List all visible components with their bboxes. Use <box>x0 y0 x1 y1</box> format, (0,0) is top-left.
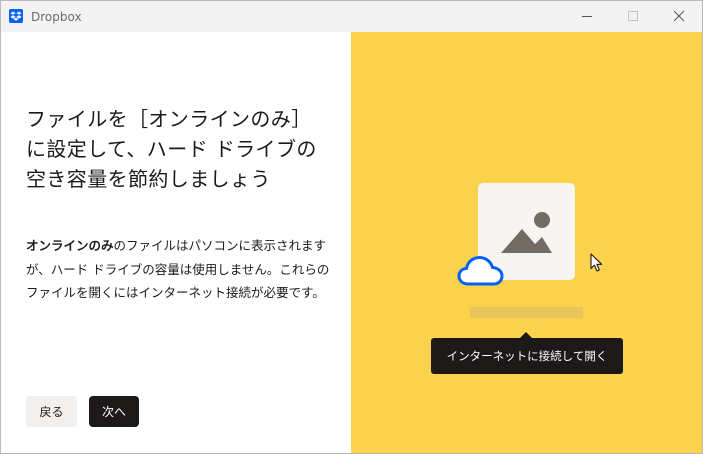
maximize-icon <box>628 11 638 21</box>
back-button[interactable]: 戻る <box>26 396 77 427</box>
minimize-button[interactable] <box>564 1 610 32</box>
open-tooltip: インターネットに接続して開く <box>431 338 623 374</box>
onboarding-content: ファイルを［オンラインのみ］に設定して、ハード ドライブの空き容量を節約しましょ… <box>1 32 351 453</box>
online-only-term: オンラインのみ <box>26 238 114 253</box>
cloud-icon <box>457 256 504 286</box>
cursor-icon <box>590 253 603 272</box>
dropbox-logo-icon <box>9 9 23 23</box>
file-name-placeholder <box>470 307 583 318</box>
maximize-button[interactable] <box>610 1 656 32</box>
next-button[interactable]: 次へ <box>89 396 139 427</box>
close-button[interactable] <box>656 1 702 32</box>
minimize-icon <box>582 16 592 17</box>
onboarding-heading: ファイルを［オンラインのみ］に設定して、ハード ドライブの空き容量を節約しましょ… <box>26 107 317 191</box>
title-bar[interactable]: Dropbox <box>1 1 702 32</box>
dropbox-window: Dropbox ファイルを［オンラインのみ］に設定して、ハード ドライブの空き容… <box>0 0 703 454</box>
illustration-panel: インターネットに接続して開く <box>351 32 702 453</box>
onboarding-description: オンラインのみのファイルはパソコンに表示されますが、ハード ドライブの容量は使用… <box>26 234 331 305</box>
close-icon <box>673 10 685 22</box>
window-title: Dropbox <box>31 10 82 24</box>
